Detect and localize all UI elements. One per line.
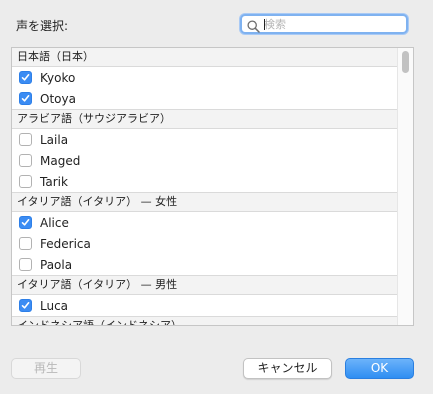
checkmark-icon bbox=[21, 95, 30, 102]
voice-row[interactable]: Laila bbox=[12, 129, 398, 150]
voice-checkbox[interactable] bbox=[19, 71, 32, 84]
search-icon bbox=[247, 18, 260, 33]
text-caret bbox=[264, 19, 265, 30]
voice-checkbox[interactable] bbox=[19, 92, 32, 105]
voice-checkbox[interactable] bbox=[19, 258, 32, 271]
voice-row[interactable]: Luca bbox=[12, 295, 398, 316]
search-box[interactable] bbox=[240, 14, 408, 34]
voice-checkbox[interactable] bbox=[19, 133, 32, 146]
voice-group-header: インドネシア語（インドネシア） bbox=[12, 316, 398, 325]
voice-row[interactable]: Otoya bbox=[12, 88, 398, 109]
voice-checkbox[interactable] bbox=[19, 237, 32, 250]
voice-checkbox[interactable] bbox=[19, 175, 32, 188]
voice-name: Kyoko bbox=[40, 70, 76, 85]
voice-name: Otoya bbox=[40, 91, 76, 106]
voice-list-rows: 日本語（日本） Kyoko Otoya アラビア語（サウジアラビア） Laila Mage… bbox=[12, 48, 398, 325]
voice-row[interactable]: Federica bbox=[12, 233, 398, 254]
ok-button[interactable]: OK bbox=[345, 358, 414, 379]
checkmark-icon bbox=[21, 302, 30, 309]
voice-list[interactable]: 日本語（日本） Kyoko Otoya アラビア語（サウジアラビア） Laila Mage… bbox=[11, 47, 414, 326]
checkmark-icon bbox=[21, 74, 30, 81]
voice-row[interactable]: Kyoko bbox=[12, 67, 398, 88]
voice-checkbox[interactable] bbox=[19, 216, 32, 229]
voice-row[interactable]: Maged bbox=[12, 150, 398, 171]
scrollbar-thumb[interactable] bbox=[402, 51, 409, 73]
voice-checkbox[interactable] bbox=[19, 154, 32, 167]
voice-row[interactable]: Alice bbox=[12, 212, 398, 233]
voice-group-header: イタリア語（イタリア） — 女性 bbox=[12, 192, 398, 212]
voice-name: Federica bbox=[40, 236, 91, 251]
voice-checkbox[interactable] bbox=[19, 299, 32, 312]
voice-name: Tarik bbox=[40, 174, 68, 189]
voice-list-scrollbar[interactable] bbox=[397, 48, 413, 325]
voice-group-header: 日本語（日本） bbox=[12, 48, 398, 67]
voice-row[interactable]: Tarik bbox=[12, 171, 398, 192]
voice-select-prompt: 声を選択: bbox=[16, 19, 69, 33]
voice-name: Paola bbox=[40, 257, 73, 272]
voice-name: Alice bbox=[40, 215, 69, 230]
search-input[interactable] bbox=[264, 16, 402, 32]
voice-name: Laila bbox=[40, 132, 69, 147]
voice-name: Maged bbox=[40, 153, 81, 168]
voice-group-header: アラビア語（サウジアラビア） bbox=[12, 109, 398, 129]
voice-name: Luca bbox=[40, 298, 69, 313]
checkmark-icon bbox=[21, 219, 30, 226]
voice-group-header: イタリア語（イタリア） — 男性 bbox=[12, 275, 398, 295]
cancel-button[interactable]: キャンセル bbox=[243, 358, 332, 379]
voice-row[interactable]: Paola bbox=[12, 254, 398, 275]
play-button[interactable]: 再生 bbox=[11, 358, 81, 379]
